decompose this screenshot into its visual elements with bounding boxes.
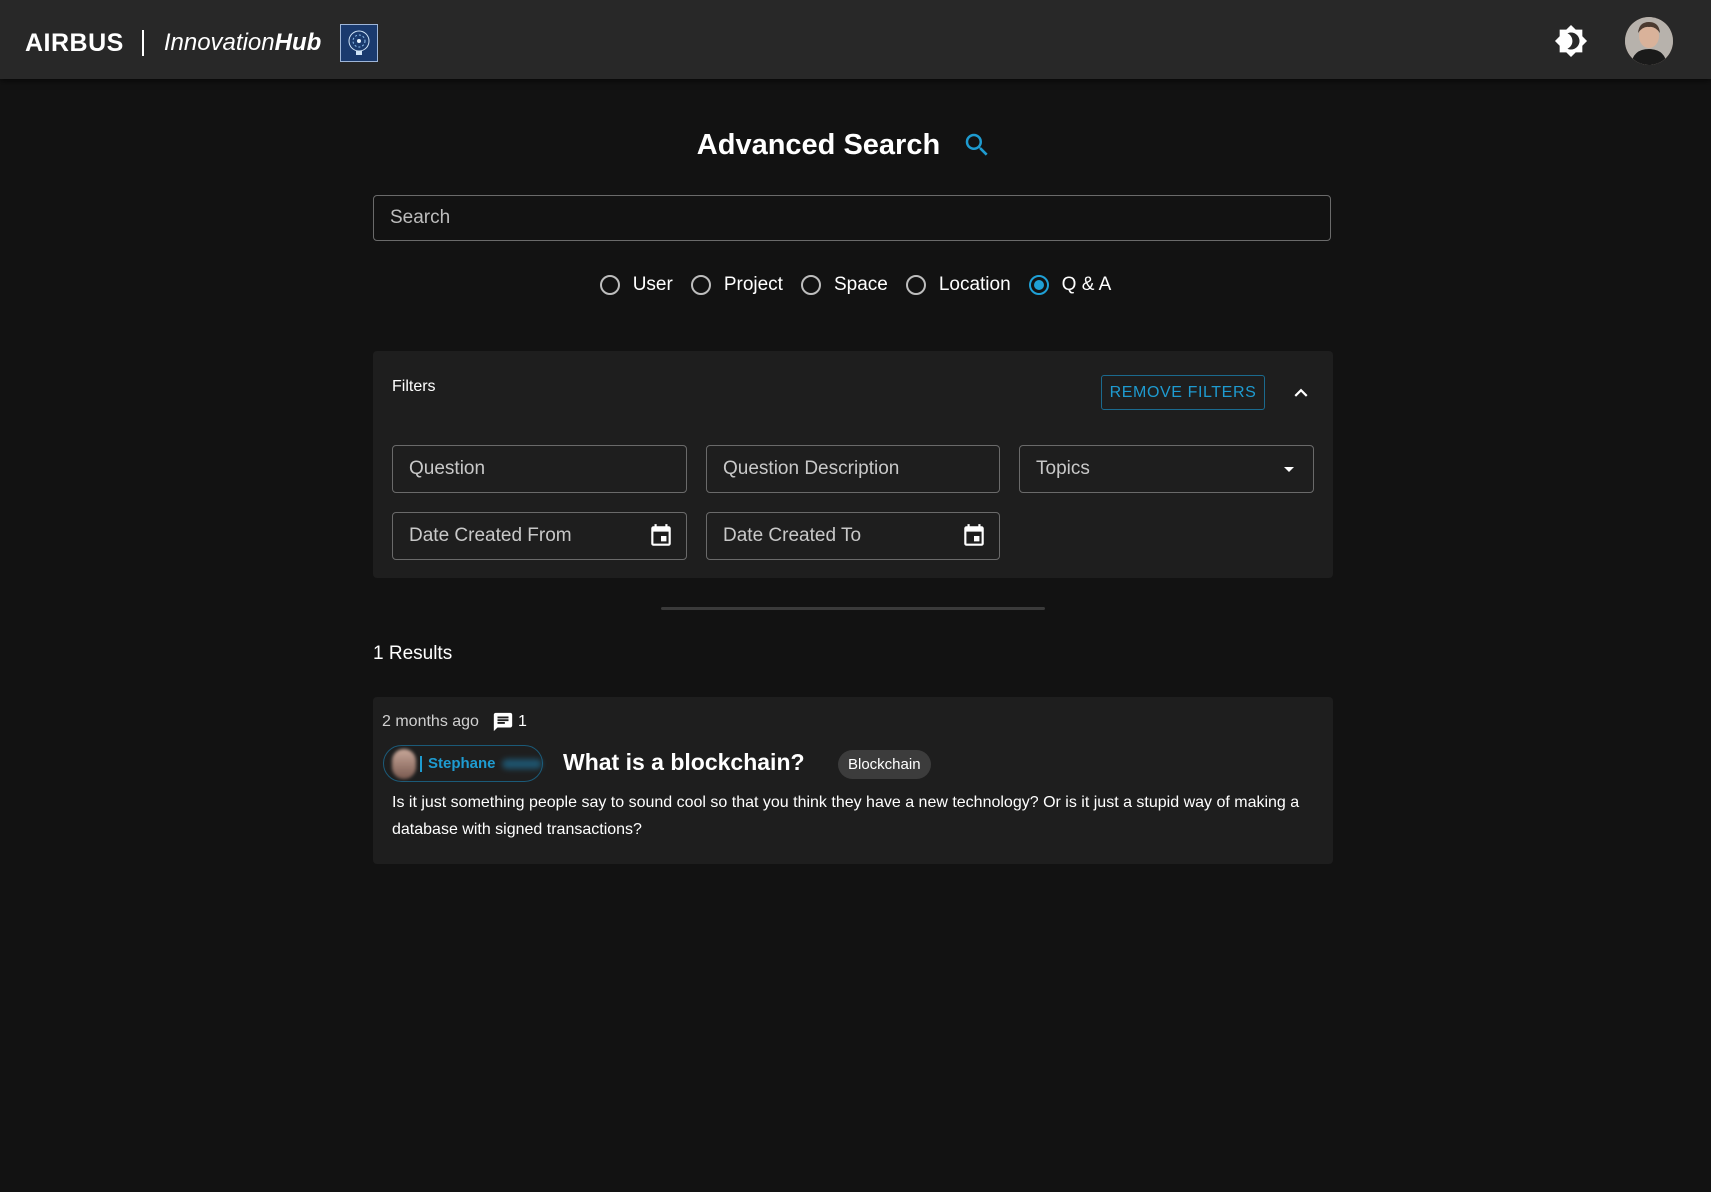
question-field[interactable]: Question: [392, 445, 687, 493]
section-divider: [661, 607, 1045, 610]
radio-label: Space: [833, 274, 888, 295]
question-description-field[interactable]: Question Description: [706, 445, 1000, 493]
comment-count: 1: [492, 711, 527, 733]
title-row: Advanced Search: [0, 126, 1711, 165]
radio-label: Location: [938, 274, 1011, 295]
question-field-label: Question: [409, 458, 486, 479]
author-chip[interactable]: Stephane: [383, 745, 543, 782]
author-surname-redacted: [501, 758, 542, 769]
result-card[interactable]: 2 months ago 1 Stephane What is a blockc…: [373, 697, 1333, 864]
search-type-group: User Project Space Location Q & A: [0, 274, 1711, 296]
radio-location[interactable]: Location: [905, 274, 1011, 296]
topics-select[interactable]: Topics: [1019, 445, 1314, 493]
radio-circle[interactable]: [599, 275, 620, 295]
radio-label: Project: [723, 274, 783, 295]
date-from-label: Date Created From: [409, 525, 572, 546]
app-name-bold: Hub: [274, 29, 322, 56]
app-name-light: Innovation: [163, 29, 275, 56]
search-icon[interactable]: [962, 130, 992, 165]
search-input[interactable]: [374, 196, 1330, 240]
radio-circle[interactable]: [905, 275, 926, 295]
theme-toggle-button[interactable]: [1554, 24, 1588, 58]
date-created-from-field[interactable]: Date Created From: [392, 512, 687, 560]
radio-project[interactable]: Project: [690, 274, 783, 296]
topic-chip[interactable]: Blockchain: [838, 750, 931, 779]
dropdown-arrow-icon[interactable]: [1277, 457, 1301, 481]
filters-title: Filters: [392, 378, 436, 395]
time-ago: 2 months ago: [382, 713, 479, 730]
brand[interactable]: AIRBUS InnovationHub: [25, 24, 379, 62]
results-count: 1 Results: [373, 643, 453, 664]
app-name: InnovationHub: [164, 29, 321, 57]
chip-accent-bar: [420, 755, 422, 772]
topics-select-label: Topics: [1036, 458, 1090, 479]
airbus-logo: AIRBUS: [25, 28, 124, 57]
result-meta: 2 months ago 1: [382, 711, 527, 733]
collapse-filters-button[interactable]: [1288, 380, 1314, 406]
radio-circle[interactable]: [800, 275, 821, 295]
avatar-icon: [1625, 17, 1673, 65]
question-title[interactable]: What is a blockchain?: [563, 749, 805, 776]
radio-label: User: [632, 274, 673, 295]
brightness-icon: [1554, 24, 1588, 58]
chevron-up-icon: [1294, 388, 1308, 397]
date-to-label: Date Created To: [723, 525, 862, 546]
calendar-icon[interactable]: [648, 523, 674, 549]
radio-user[interactable]: User: [599, 274, 673, 296]
filters-panel: Filters REMOVE FILTERS Question Question…: [373, 351, 1333, 578]
hub-logo-icon: [340, 24, 379, 62]
brand-divider: [141, 30, 144, 56]
comment-count-value: 1: [517, 713, 527, 730]
comment-icon: [493, 712, 513, 732]
author-avatar: [392, 748, 416, 779]
remove-filters-button[interactable]: REMOVE FILTERS: [1101, 375, 1265, 410]
user-avatar[interactable]: [1625, 17, 1673, 65]
question-description-label: Question Description: [723, 458, 900, 479]
search-field[interactable]: [373, 195, 1331, 241]
date-created-to-field[interactable]: Date Created To: [706, 512, 1000, 560]
author-name: Stephane: [428, 755, 496, 772]
radio-label: Q & A: [1061, 274, 1112, 295]
radio-circle[interactable]: [1028, 275, 1049, 295]
radio-circle[interactable]: [690, 275, 711, 295]
app-bar: AIRBUS InnovationHub: [0, 0, 1711, 79]
page-title: Advanced Search: [696, 129, 941, 161]
calendar-icon[interactable]: [961, 523, 987, 549]
radio-qa[interactable]: Q & A: [1028, 274, 1112, 296]
question-description: Is it just something people say to sound…: [392, 794, 1300, 838]
radio-space[interactable]: Space: [800, 274, 888, 296]
